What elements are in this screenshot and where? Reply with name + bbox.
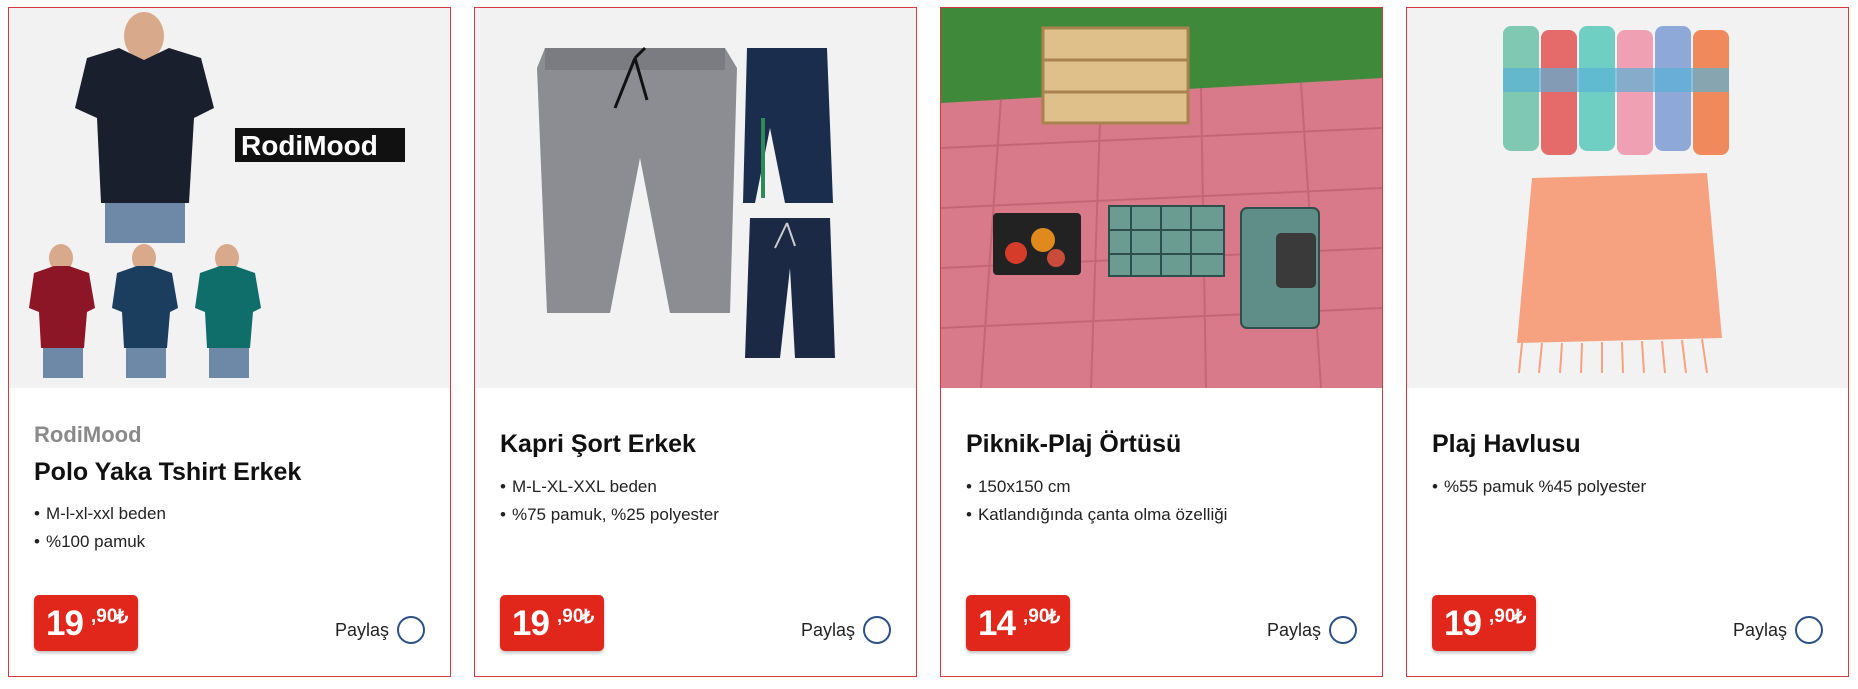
- product-features: M-L-XL-XXL beden %75 pamuk, %25 polyeste…: [500, 473, 719, 529]
- currency-symbol: ₺: [582, 607, 595, 628]
- share-label: Paylaş: [800, 619, 855, 640]
- product-title[interactable]: Plaj Havlusu: [1432, 430, 1581, 459]
- product-card-plaj-havlusu[interactable]: Plaj Havlusu %55 pamuk %45 polyester 19 …: [1406, 7, 1849, 677]
- price-integer: 19: [46, 604, 84, 643]
- currency-symbol: ₺: [116, 607, 129, 628]
- price-integer: 14: [978, 604, 1016, 643]
- product-image-plaj-havlusu[interactable]: [1407, 8, 1848, 388]
- share-button[interactable]: Paylaş: [1733, 614, 1823, 646]
- currency-symbol: ₺: [1048, 607, 1061, 628]
- share-button[interactable]: Paylaş: [335, 614, 425, 646]
- price-decimal: ,90: [1023, 606, 1050, 627]
- product-title[interactable]: Kapri Şort Erkek: [500, 430, 696, 459]
- product-title[interactable]: Polo Yaka Tshirt Erkek: [34, 458, 301, 487]
- price-decimal: ,90: [557, 606, 584, 627]
- feature-item: M-L-XL-XXL beden: [500, 473, 719, 501]
- feature-item: %100 pamuk: [34, 528, 166, 556]
- feature-item: Katlandığında çanta olma özelliği: [966, 501, 1228, 529]
- product-brand: RodiMood: [34, 422, 142, 447]
- share-button[interactable]: Paylaş: [801, 614, 891, 646]
- price-integer: 19: [1444, 604, 1482, 643]
- product-features: M-l-xl-xxl beden %100 pamuk: [34, 500, 166, 556]
- product-image-piknik-ortusu[interactable]: [941, 8, 1382, 388]
- share-label: Paylaş: [1732, 619, 1787, 640]
- share-label: Paylaş: [334, 619, 389, 640]
- share-icon[interactable]: [863, 616, 891, 644]
- price-integer: 19: [512, 604, 550, 643]
- price-badge: 19 ,90 ₺: [34, 595, 138, 651]
- share-icon[interactable]: [1329, 616, 1357, 644]
- product-image-polo-tshirt[interactable]: RodiMood: [9, 8, 450, 388]
- feature-item: 150x150 cm: [966, 473, 1227, 501]
- feature-item: M-l-xl-xxl beden: [34, 500, 166, 528]
- feature-item: %75 pamuk, %25 polyester: [500, 501, 719, 529]
- product-features: %55 pamuk %45 polyester: [1432, 473, 1646, 501]
- share-label: Paylaş: [1266, 619, 1321, 640]
- price-badge: 14 ,90 ₺: [966, 595, 1070, 651]
- currency-symbol: ₺: [1514, 607, 1527, 628]
- product-image-kapri-sort[interactable]: [475, 8, 916, 388]
- price-decimal: ,90: [1489, 606, 1516, 627]
- rodimood-logo: RodiMood: [241, 130, 378, 161]
- share-icon[interactable]: [397, 616, 425, 644]
- product-card-kapri-sort[interactable]: Kapri Şort Erkek M-L-XL-XXL beden %75 pa…: [474, 7, 917, 677]
- feature-item: %55 pamuk %45 polyester: [1432, 473, 1646, 501]
- share-icon[interactable]: [1795, 616, 1823, 644]
- price-decimal: ,90: [91, 606, 118, 627]
- product-grid: RodiMood RodiMood Polo Yaka Tshirt Erkek…: [0, 0, 1858, 689]
- product-title[interactable]: Piknik-Plaj Örtüsü: [966, 430, 1181, 459]
- product-card-piknik-ortusu[interactable]: Piknik-Plaj Örtüsü 150x150 cm Katlandığı…: [940, 7, 1383, 677]
- share-button[interactable]: Paylaş: [1267, 614, 1357, 646]
- product-card-polo-tshirt[interactable]: RodiMood RodiMood Polo Yaka Tshirt Erkek…: [8, 7, 451, 677]
- price-badge: 19 ,90 ₺: [500, 595, 604, 651]
- price-badge: 19 ,90 ₺: [1432, 595, 1536, 651]
- product-features: 150x150 cm Katlandığında çanta olma özel…: [966, 473, 1228, 529]
